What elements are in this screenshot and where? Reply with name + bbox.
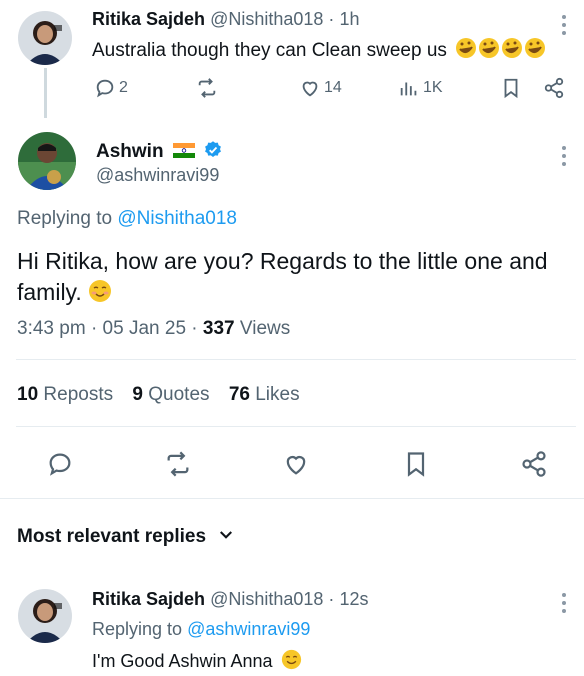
main-bookmark-button[interactable] [402,450,430,478]
parent-tweet-header: Ritika Sajdeh @Nishitha018 · 1h [92,9,359,30]
main-tweet-divider-3 [0,498,584,499]
reply-tweet-replying-row: Replying to @ashwinravi99 [92,619,310,640]
parent-tweet-time[interactable]: 1h [339,9,359,29]
parent-reply-button[interactable]: 2 [94,77,128,99]
reply-tweet-text-row: I'm Good Ashwin Anna [92,649,302,672]
likes-stat[interactable]: 76 Likes [229,384,300,405]
rolling-laughing-emoji-icon [455,37,547,65]
main-tweet-time: 3:43 pm [17,318,86,339]
heart-icon [286,456,306,475]
main-tweet-divider-1 [16,359,576,360]
verified-badge-icon [205,141,222,157]
main-tweet-avatar[interactable] [18,132,76,190]
replies-sort-dropdown[interactable]: Most relevant replies [17,526,235,548]
parent-like-count: 14 [324,79,342,96]
main-tweet-views-count: 337 [202,318,235,339]
reply-tweet-text: I'm Good Ashwin Anna [92,651,273,671]
reply-tweet-display-name[interactable]: Ritika Sajdeh [92,589,205,609]
reply-tweet-more-icon[interactable] [561,593,567,617]
main-repost-button[interactable] [163,450,193,478]
likes-count: 76 [228,384,250,405]
main-tweet-body: Hi Ritika, how are you? Regards to the l… [17,246,582,308]
likes-label: Likes [255,384,300,405]
main-tweet-dot-2: · [191,318,198,339]
reply-tweet-separator: · [328,589,335,609]
parent-reply-count: 2 [119,79,128,96]
repost-icon [167,451,189,477]
parent-tweet-avatar[interactable] [18,11,72,65]
quotes-label: Quotes [148,384,210,405]
parent-views-count: 1K [423,79,443,96]
main-tweet-name-row: Ashwin [96,140,223,163]
main-tweet-replying-handle[interactable]: @Nishitha018 [117,208,237,229]
main-share-button[interactable] [520,450,548,478]
main-tweet-stats-row: 10 Reposts 9 Quotes 76 Likes [17,384,300,406]
reply-tweet-header: Ritika Sajdeh @Nishitha018 · 12s [92,589,368,610]
parent-tweet-more-icon[interactable] [561,15,567,39]
heart-icon [302,81,318,97]
main-tweet-divider-2 [16,426,576,427]
reply-tweet-replying-handle[interactable]: @ashwinravi99 [187,619,310,639]
parent-repost-button[interactable] [195,77,219,99]
views-chart-icon [400,82,417,96]
reply-tweet-avatar[interactable] [18,589,72,643]
quotes-stat[interactable]: 9 Quotes [132,384,214,405]
parent-bookmark-button[interactable] [500,77,522,99]
bookmark-icon [504,78,518,99]
main-tweet-handle[interactable]: @ashwinravi99 [96,165,219,186]
reposts-stat[interactable]: 10 Reposts [17,384,118,405]
reposts-count: 10 [17,384,39,405]
parent-tweet-text: Australia though they can Clean sweep us [92,40,447,61]
main-tweet-display-name[interactable]: Ashwin [96,141,164,162]
smiling-face-emoji-icon [281,649,301,670]
reply-tweet-replying-prefix: Replying to [92,619,183,639]
thread-connector-line [44,68,47,118]
parent-tweet-text-row: Australia though they can Clean sweep us [92,37,547,65]
main-tweet-replying-row: Replying to @Nishitha018 [17,208,237,230]
repost-icon [198,78,216,98]
parent-tweet-separator: · [328,9,335,29]
reply-tweet-handle[interactable]: @Nishitha018 [210,589,323,609]
reply-icon [49,453,71,476]
main-tweet-date: 05 Jan 25 [102,318,187,339]
parent-tweet-display-name[interactable]: Ritika Sajdeh [92,9,205,29]
main-tweet-views-label: Views [239,318,291,339]
bookmark-icon [407,452,425,477]
reply-icon [96,79,114,98]
main-reply-button[interactable] [46,450,74,478]
parent-views-button[interactable]: 1K [398,77,443,99]
share-icon [544,77,564,99]
parent-tweet-handle[interactable]: @Nishitha018 [210,9,323,29]
replies-sort-label: Most relevant replies [17,526,207,547]
main-tweet-meta-row: 3:43 pm · 05 Jan 25 · 337 Views [17,318,290,340]
chevron-down-icon [220,531,233,539]
main-like-button[interactable] [282,450,310,478]
main-tweet-more-icon[interactable] [561,146,567,170]
india-flag-icon [173,143,196,158]
reposts-label: Reposts [43,384,114,405]
main-tweet-dot-1: · [90,318,98,339]
reply-tweet-time[interactable]: 12s [339,589,368,609]
main-tweet-replying-prefix: Replying to [17,208,113,229]
parent-share-button[interactable] [543,77,565,99]
parent-like-button[interactable]: 14 [299,77,342,99]
smiling-face-blushing-emoji-icon [89,280,112,302]
quotes-count: 9 [132,384,143,405]
share-icon [522,451,546,477]
